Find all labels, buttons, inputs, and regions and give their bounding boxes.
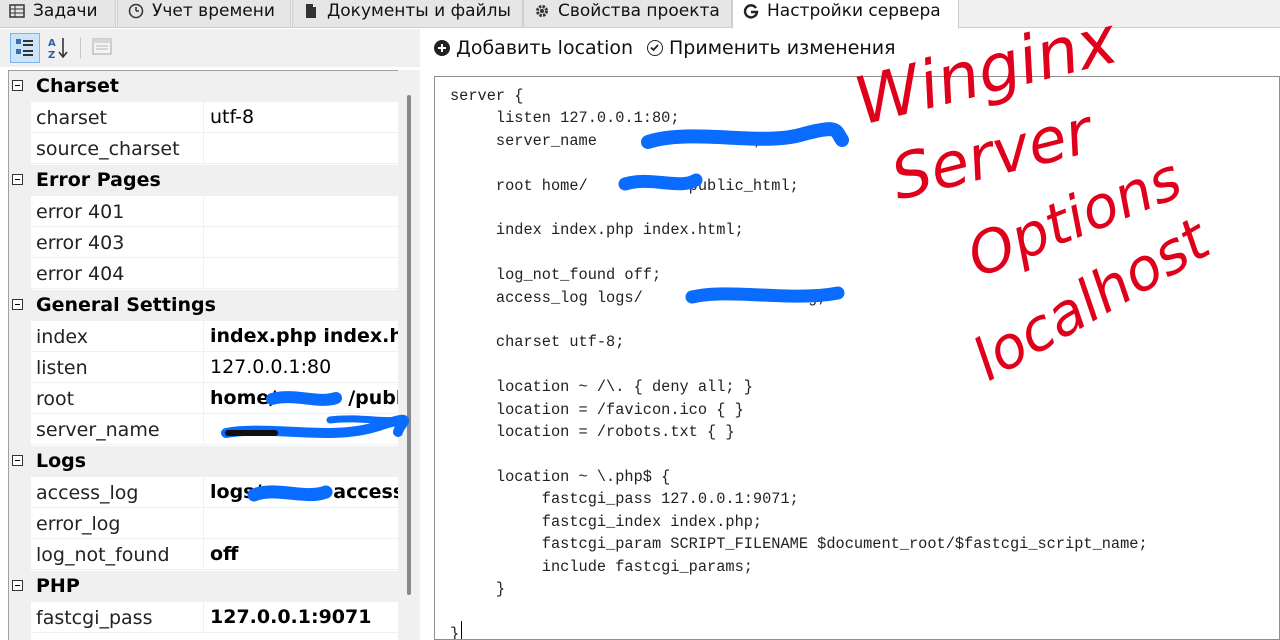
collapse-icon[interactable] [12,174,23,185]
add-icon [434,40,450,56]
tab-label: Свойства проекта [558,0,720,21]
property-name: charset [36,107,107,129]
add-location-button[interactable]: Добавить location [434,37,633,59]
categorized-view-button[interactable] [10,33,40,63]
config-text[interactable]: server { listen 127.0.0.1:80; server_nam… [450,85,1148,639]
categorized-view-icon [11,39,39,66]
property-row-source-charset[interactable]: source_charset [9,133,401,164]
tab-label: Документы и файлы [327,0,511,21]
property-grid-scrollbar[interactable] [398,70,420,640]
collapse-icon[interactable] [12,580,23,591]
property-pages-icon [88,38,116,65]
property-row-root[interactable]: root home/ /public [9,383,401,414]
category-general-settings[interactable]: General Settings [9,290,401,321]
collapse-icon[interactable] [12,455,23,466]
property-value[interactable]: off [203,539,401,569]
property-row-access-log[interactable]: access_log logs/ -access.l [9,477,401,508]
category-error-pages[interactable]: Error Pages [9,165,401,196]
editor-toolbar: Добавить location Применить изменения [420,29,1280,69]
property-name: error 401 [36,201,125,223]
scrollbar-thumb[interactable] [407,95,411,595]
property-name: error_log [36,513,121,535]
category-label: Charset [36,75,119,97]
collapse-icon[interactable] [12,80,23,91]
property-name: fastcgi_pass [36,607,153,629]
property-row-server-name[interactable]: server_name [9,414,401,445]
property-row-fastcgi-pass[interactable]: fastcgi_pass 127.0.0.1:9071 [9,602,401,633]
tab-label: Настройки сервера [767,1,941,21]
property-value[interactable]: index.php index.htm [203,321,401,351]
category-label: General Settings [36,294,216,316]
tab-server-settings[interactable]: Настройки сервера [732,0,959,29]
apply-changes-button[interactable]: Применить изменения [647,37,896,59]
category-charset[interactable]: Charset [9,71,401,102]
property-row-log-not-found[interactable]: log_not_found off [9,539,401,570]
property-row-error-403[interactable]: error 403 [9,227,401,258]
property-grid: Charset charset utf-8 source_charset Err… [8,70,420,640]
property-value[interactable] [203,258,401,288]
category-label: Error Pages [36,169,161,191]
property-value[interactable]: 127.0.0.1:9071 [203,602,401,632]
property-value[interactable] [203,133,401,163]
property-name: error 404 [36,263,125,285]
property-value[interactable]: 127.0.0.1:80 [203,352,401,382]
property-pages-button[interactable] [88,33,118,63]
property-name: error 403 [36,232,125,254]
property-value[interactable] [203,508,401,538]
clock-icon [128,3,144,19]
category-php[interactable]: PHP [9,571,401,602]
property-grid-toolbar: AZ [0,29,420,67]
property-name: log_not_found [36,544,170,566]
sort-alphabetical-button[interactable]: AZ [44,33,74,63]
toolbar-separator [80,37,81,59]
text-cursor [461,621,462,639]
property-row-listen[interactable]: listen 127.0.0.1:80 [9,352,401,383]
tab-time-tracking[interactable]: Учет времени [117,0,291,28]
property-row-index[interactable]: index index.php index.htm [9,321,401,352]
value-prefix: home/ [210,387,277,409]
svg-text:A: A [48,38,56,49]
value-suffix: /public [348,387,401,409]
document-icon [303,3,319,19]
tab-tasks[interactable]: Задачи [0,0,116,28]
property-value[interactable]: utf-8 [203,102,401,132]
sort-alphabetical-icon: AZ [44,38,72,65]
add-location-label: Добавить location [456,37,634,59]
gear-icon [534,3,550,19]
property-row-error-404[interactable]: error 404 [9,258,401,289]
property-value[interactable] [203,196,401,226]
property-row-charset[interactable]: charset utf-8 [9,102,401,133]
property-value[interactable]: logs/ -access.l [203,477,401,507]
property-name: source_charset [36,138,180,160]
config-editor[interactable]: server { listen 127.0.0.1:80; server_nam… [434,76,1280,640]
property-name: listen [36,357,88,379]
tab-documents[interactable]: Документы и файлы [292,0,523,28]
category-label: Logs [36,450,87,472]
table-icon [9,3,25,19]
property-name: access_log [36,482,139,504]
svg-text:Z: Z [48,50,55,61]
property-name: root [36,388,75,410]
property-value[interactable]: home/ /public [203,383,401,413]
category-label: PHP [36,575,80,597]
property-row-error-401[interactable]: error 401 [9,196,401,227]
category-logs[interactable]: Logs [9,446,401,477]
server-settings-icon [743,3,759,19]
value-prefix: logs/ [210,481,262,503]
tab-strip: Задачи Учет времени Документы и файлы Св… [0,0,1280,29]
property-row-error-log[interactable]: error_log [9,508,401,539]
apply-changes-label: Применить изменения [669,37,896,59]
property-value[interactable] [203,227,401,257]
collapse-icon[interactable] [12,299,23,310]
property-name: server_name [36,419,160,441]
tab-project-properties[interactable]: Свойства проекта [523,0,732,28]
property-value[interactable] [203,414,401,444]
checkmark-icon [647,40,663,56]
property-name: index [36,326,88,348]
value-suffix: -access.l [325,481,401,503]
tab-label: Учет времени [152,0,275,21]
tab-label: Задачи [33,0,98,21]
